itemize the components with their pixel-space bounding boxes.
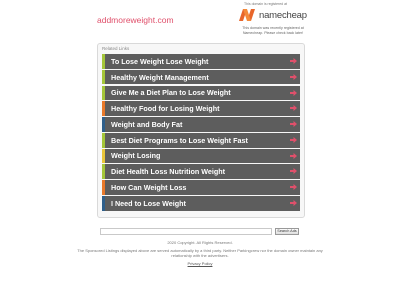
link-accent-stripe (102, 101, 105, 116)
arrow-right-icon (290, 184, 297, 191)
panel-title: Related Links (102, 46, 130, 51)
arrow-right-icon (290, 105, 297, 112)
related-links-panel: Related Links To Lose Weight Lose Weight… (97, 43, 305, 218)
arrow-right-icon (290, 58, 297, 64)
arrow-right-icon (290, 121, 297, 128)
related-link[interactable]: Weight and Body Fat (102, 117, 300, 132)
link-accent-stripe (102, 85, 105, 101)
registrar-name: namecheap (259, 9, 307, 21)
related-link[interactable]: I Need to Lose Weight (102, 196, 300, 211)
related-links-list: To Lose Weight Lose Weight Healthy Weight… (102, 54, 300, 212)
related-link[interactable]: How Can Weight Loss (102, 180, 300, 195)
related-link[interactable]: Healthy Food for Losing Weight (102, 101, 300, 116)
disclaimer: The Sponsored Listings displayed above a… (77, 248, 323, 258)
related-link-label: Diet Health Loss Nutrition Weight (111, 167, 226, 177)
arrow-right-icon (290, 73, 297, 80)
link-accent-stripe (102, 180, 105, 195)
related-link[interactable]: Diet Health Loss Nutrition Weight (102, 164, 300, 180)
related-link[interactable]: Healthy Weight Management (102, 69, 300, 85)
arrow-right-icon (290, 200, 297, 207)
link-accent-stripe (102, 69, 105, 85)
related-link-label: Weight and Body Fat (111, 119, 183, 129)
namecheap-logo-icon (239, 9, 255, 21)
link-accent-stripe (102, 54, 105, 69)
search-area: Search Ads (100, 227, 300, 235)
link-accent-stripe (102, 164, 105, 180)
header: addmoreweight.com This domain is registe… (0, 0, 400, 40)
related-link-label: Weight Losing (111, 151, 161, 161)
related-link-label: Healthy Food for Losing Weight (111, 104, 220, 114)
arrow-right-icon (290, 89, 297, 96)
privacy-policy-link[interactable]: Privacy Policy (0, 261, 400, 266)
link-accent-stripe (102, 117, 105, 132)
related-link[interactable]: Weight Losing (102, 148, 300, 164)
namecheap-logo[interactable]: namecheap (238, 8, 308, 22)
domain-name: addmoreweight.com (97, 15, 174, 25)
related-link[interactable]: To Lose Weight Lose Weight (102, 54, 300, 69)
related-link-label: To Lose Weight Lose Weight (111, 56, 209, 66)
related-link-label: How Can Weight Loss (111, 183, 187, 193)
copyright: 2020 Copyright. All Rights Reserved. (167, 240, 233, 245)
search-input[interactable] (100, 227, 272, 235)
arrow-right-icon (290, 168, 297, 175)
search-button[interactable]: Search Ads (275, 227, 299, 235)
related-link[interactable]: Give Me a Diet Plan to Lose Weight (102, 85, 300, 101)
related-link-label: Best Diet Programs to Lose Weight Fast (111, 135, 248, 145)
link-accent-stripe (102, 132, 105, 148)
link-accent-stripe (102, 196, 105, 211)
registered-note: This domain is registered at (244, 2, 287, 6)
related-link-label: Give Me a Diet Plan to Lose Weight (111, 88, 231, 98)
arrow-right-icon (290, 136, 297, 143)
related-link-label: Healthy Weight Management (111, 72, 209, 82)
related-link-label: I Need to Lose Weight (111, 198, 186, 208)
arrow-right-icon (290, 152, 297, 159)
related-link[interactable]: Best Diet Programs to Lose Weight Fast (102, 132, 300, 148)
link-accent-stripe (102, 148, 105, 164)
registrar-description: This domain was recently registered at N… (242, 26, 304, 35)
